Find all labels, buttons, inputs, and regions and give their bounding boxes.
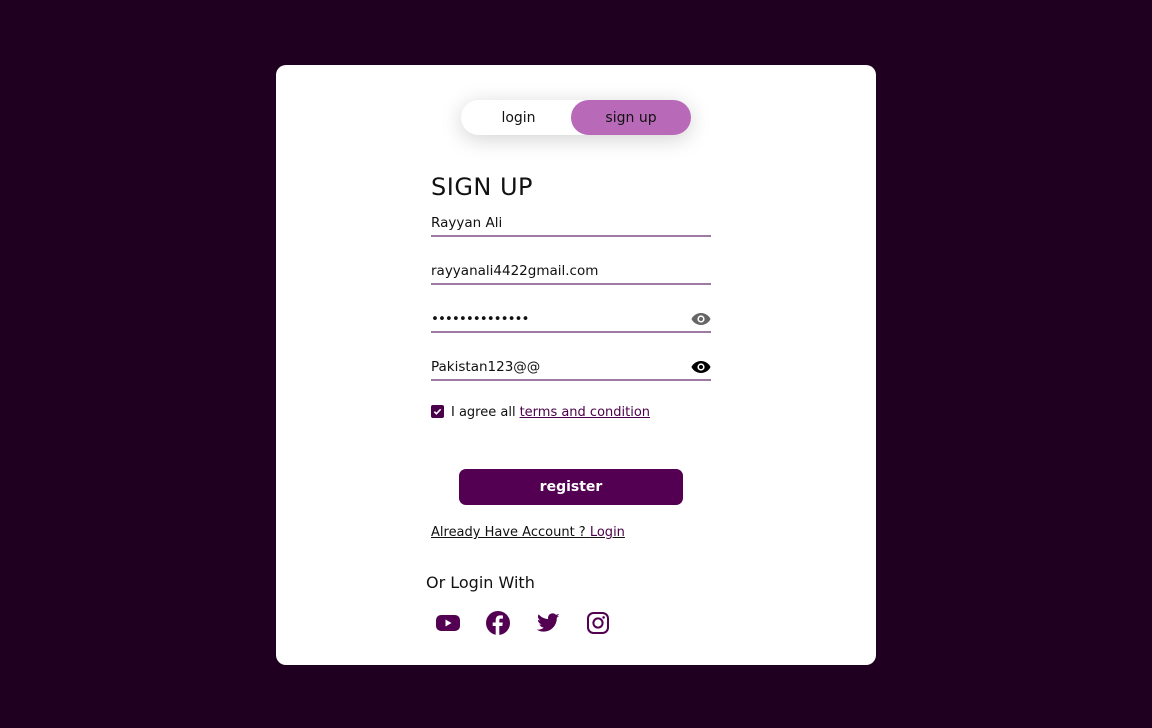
twitter-icon[interactable]	[535, 610, 561, 636]
page-title: SIGN UP	[431, 173, 534, 201]
agree-text: I agree all	[451, 405, 516, 420]
signup-form: SIGN UP Rayyan Ali rayyanali4422gmail.co…	[431, 173, 711, 420]
confirm-password-field[interactable]: Pakistan123@@	[431, 351, 711, 381]
social-heading: Or Login With	[426, 573, 535, 592]
terms-link[interactable]: terms and condition	[520, 405, 650, 420]
email-value: rayyanali4422gmail.com	[431, 263, 599, 279]
password-value: ••••••••••••••	[431, 311, 529, 327]
name-field[interactable]: Rayyan Ali	[431, 207, 711, 237]
facebook-icon[interactable]	[485, 610, 511, 636]
auth-toggle: login sign up	[461, 100, 691, 135]
eye-icon[interactable]	[691, 312, 711, 326]
youtube-icon[interactable]	[435, 610, 461, 636]
password-field[interactable]: ••••••••••••••	[431, 303, 711, 333]
signup-tab[interactable]: sign up	[571, 100, 691, 135]
already-account[interactable]: Already Have Account ? Login	[431, 525, 625, 540]
login-link[interactable]: Login	[590, 525, 625, 540]
name-value: Rayyan Ali	[431, 215, 503, 231]
signup-card: login sign up SIGN UP Rayyan Ali rayyana…	[276, 65, 876, 665]
register-button[interactable]: register	[459, 469, 683, 505]
terms-agreement: I agree all terms and condition	[431, 404, 711, 420]
terms-checkbox[interactable]	[431, 404, 444, 418]
instagram-icon[interactable]	[585, 610, 611, 636]
confirm-password-value: Pakistan123@@	[431, 359, 541, 375]
eye-icon[interactable]	[691, 360, 711, 374]
email-field[interactable]: rayyanali4422gmail.com	[431, 255, 711, 285]
already-text: Already Have Account ?	[431, 525, 586, 540]
social-icons	[435, 610, 611, 636]
login-tab[interactable]: login	[461, 100, 576, 135]
